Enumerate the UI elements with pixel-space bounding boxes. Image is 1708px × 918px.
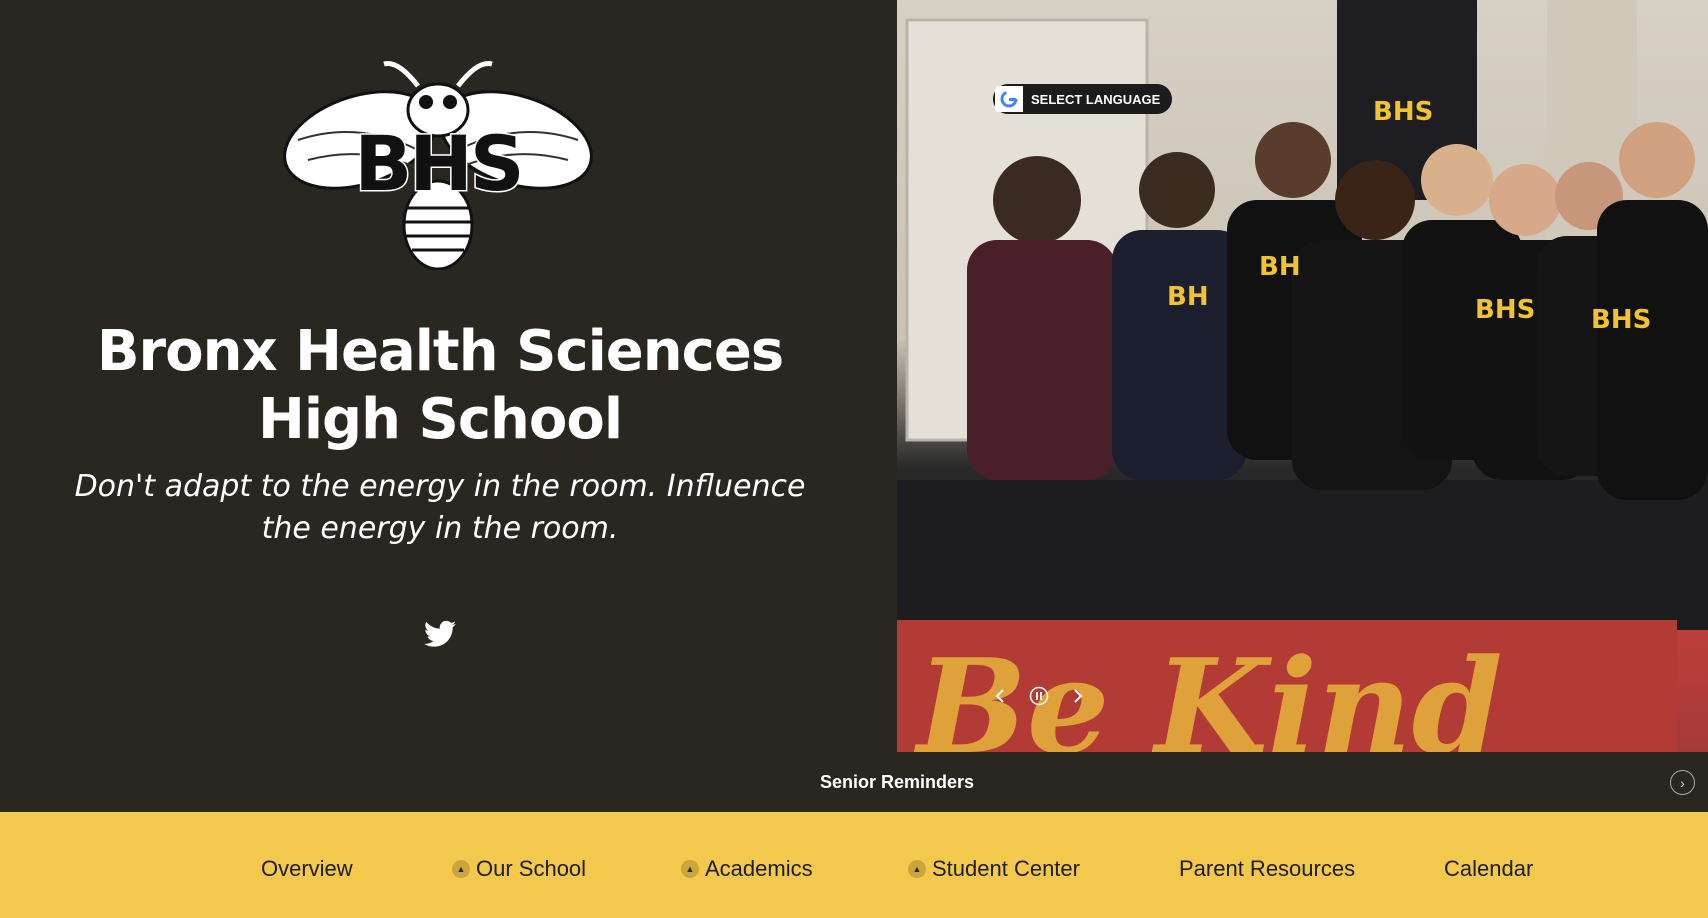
chevron-right-icon: › — [1680, 774, 1685, 791]
ticker-text: Senior Reminders — [819, 771, 975, 792]
nav-label: Overview — [261, 856, 353, 881]
hero-section: BHS Bronx Health Sciences High School Do… — [0, 0, 1708, 752]
bhs-bee-logo: BHS — [283, 60, 593, 270]
nav-label: Academics — [705, 856, 813, 881]
google-icon — [995, 86, 1023, 112]
chevron-right-icon — [1074, 689, 1083, 703]
nav-label: Parent Resources — [1179, 856, 1356, 881]
svg-text:BHS: BHS — [1373, 97, 1433, 127]
site-title: Bronx Health Sciences High School — [96, 319, 784, 452]
caret-up-icon: ▲ — [452, 860, 470, 878]
hero-left-panel: BHS Bronx Health Sciences High School Do… — [0, 0, 897, 752]
main-navigation: Overview ▲ Our School ▲ Academics ▲ Stud… — [0, 812, 1708, 918]
logo-text: BHS — [354, 119, 521, 208]
nav-academics[interactable]: ▲ Academics — [681, 856, 813, 882]
chevron-left-icon — [995, 689, 1004, 703]
caret-up-icon: ▲ — [681, 860, 699, 878]
slide-pause-button[interactable] — [1028, 684, 1050, 708]
select-language-button[interactable]: SELECT LANGUAGE — [993, 84, 1173, 114]
ticker-next-button[interactable]: › — [1670, 770, 1695, 795]
nav-label: Calendar — [1444, 856, 1534, 881]
nav-label: Our School — [476, 856, 587, 881]
nav-label: Student Center — [932, 856, 1080, 881]
nav-overview[interactable]: Overview — [261, 856, 353, 882]
svg-text:BH: BH — [1167, 282, 1209, 312]
tagline: Don't adapt to the energy in the room. I… — [74, 469, 806, 546]
slide-prev-button[interactable] — [990, 684, 1010, 708]
twitter-icon[interactable] — [424, 620, 456, 648]
svg-text:BHS: BHS — [1591, 305, 1651, 335]
svg-text:BH: BH — [1259, 252, 1301, 282]
nav-our-school[interactable]: ▲ Our School — [452, 856, 586, 882]
announcement-ticker: Senior Reminders — [0, 752, 1708, 812]
caret-up-icon: ▲ — [908, 860, 926, 878]
select-language-label: SELECT LANGUAGE — [1031, 91, 1161, 107]
slide-next-button[interactable] — [1068, 684, 1088, 708]
ticker-link[interactable]: Senior Reminders — [0, 752, 1708, 812]
nav-calendar[interactable]: Calendar — [1444, 856, 1533, 882]
nav-student-center[interactable]: ▲ Student Center — [908, 856, 1080, 882]
svg-text:BHS: BHS — [1475, 295, 1535, 325]
nav-parent-resources[interactable]: Parent Resources — [1179, 856, 1355, 882]
pause-icon — [1029, 686, 1049, 706]
